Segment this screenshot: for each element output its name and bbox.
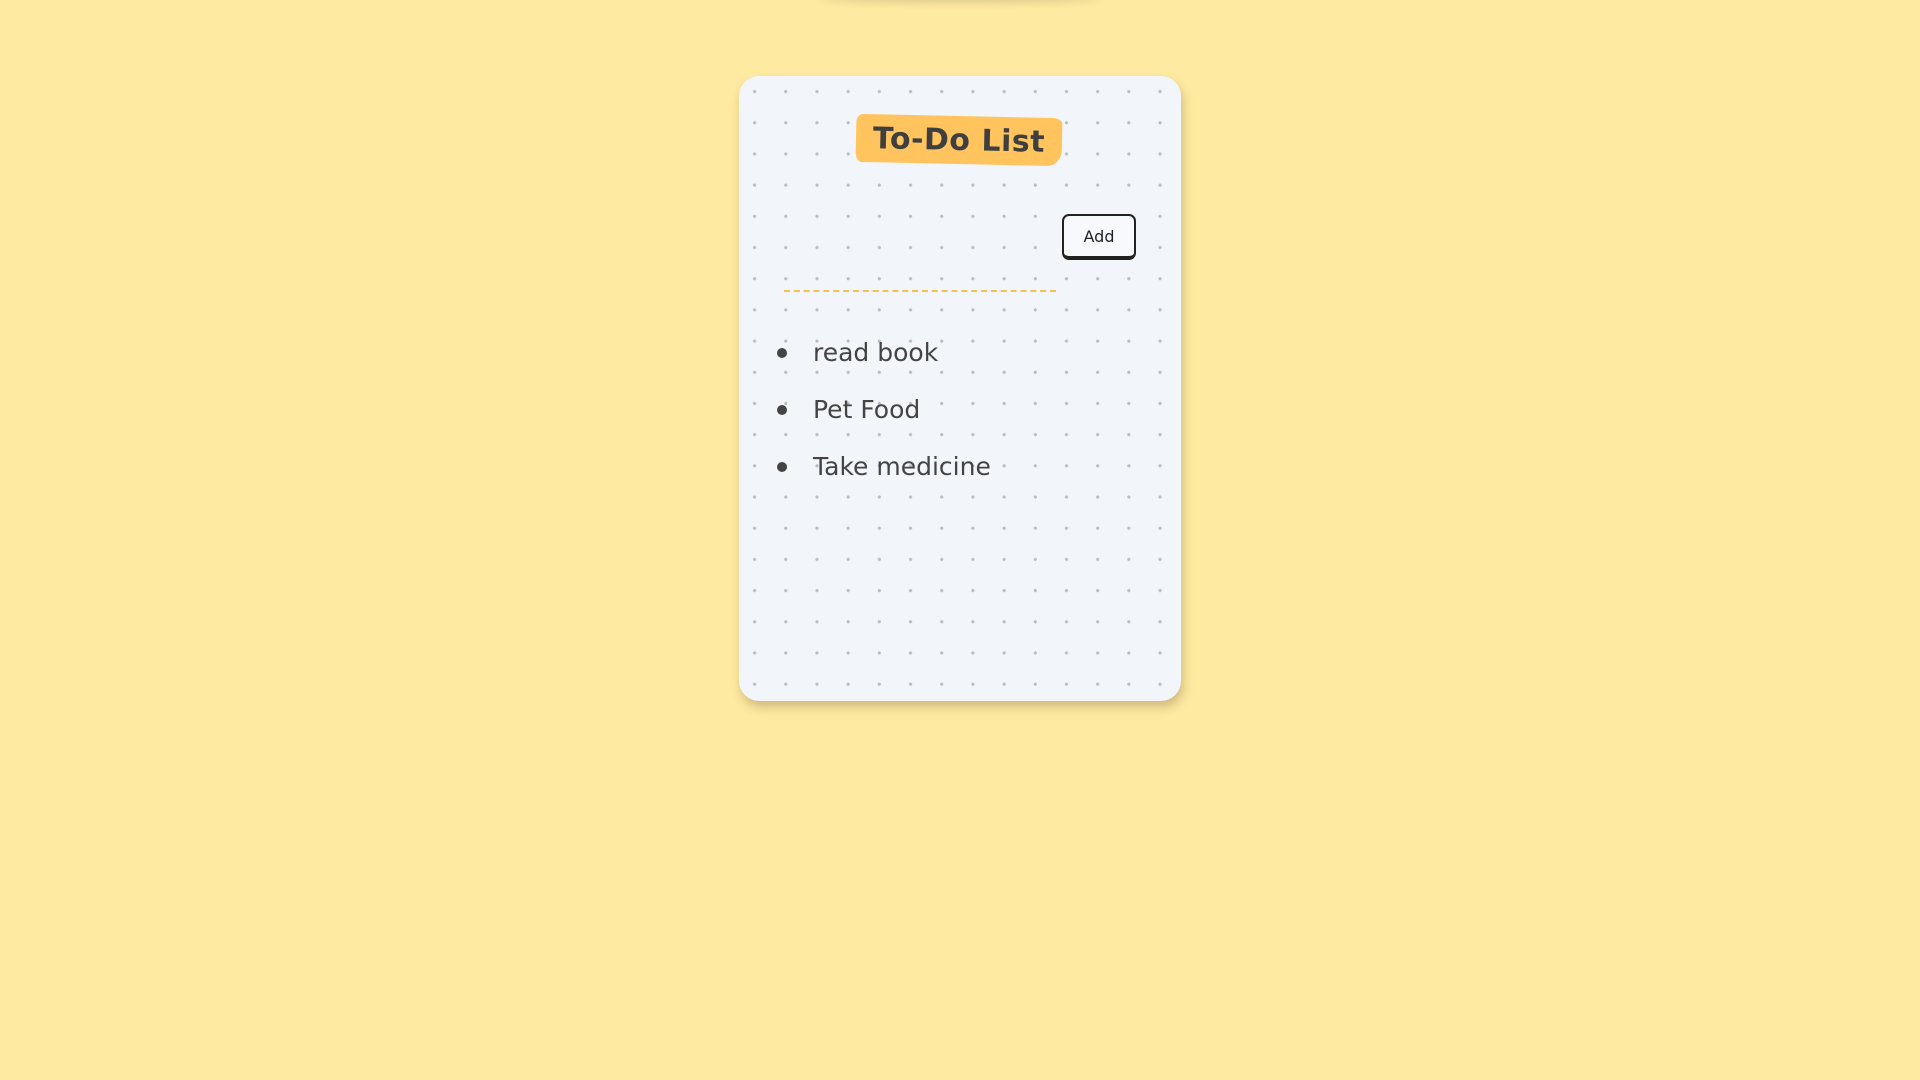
title-badge: To-Do List (855, 113, 1063, 167)
list-item[interactable]: Take medicine (777, 438, 991, 495)
task-text: Pet Food (813, 395, 921, 424)
task-list: read book Pet Food Take medicine (777, 324, 991, 495)
bullet-icon (777, 347, 787, 358)
task-input[interactable] (784, 252, 1056, 292)
page-title: To-Do List (872, 120, 1046, 160)
task-text: Take medicine (813, 452, 991, 481)
add-button[interactable]: Add (1062, 214, 1136, 260)
task-text: read book (813, 338, 939, 367)
list-item[interactable]: read book (777, 324, 991, 381)
bullet-icon (777, 404, 787, 415)
todo-card: To-Do List Add read book Pet Food Take m… (739, 76, 1181, 701)
bullet-icon (777, 461, 787, 472)
list-item[interactable]: Pet Food (777, 381, 991, 438)
